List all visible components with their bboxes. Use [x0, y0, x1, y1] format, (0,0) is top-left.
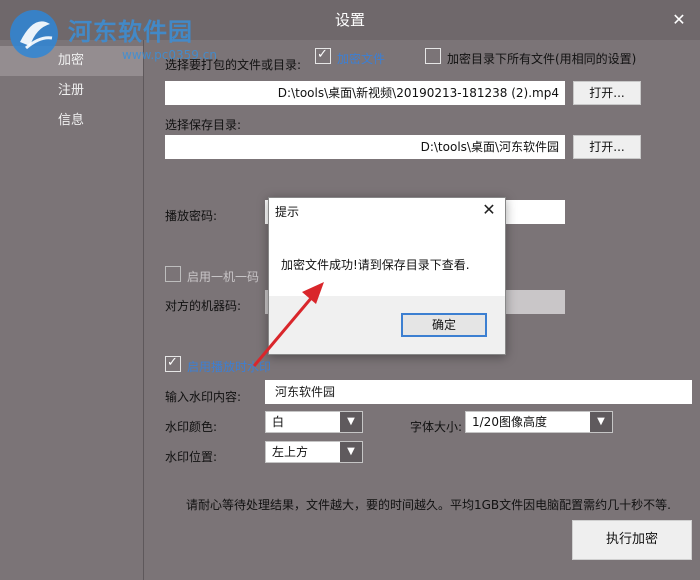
execute-encrypt-button[interactable]: 执行加密: [572, 520, 692, 560]
font-size-value: 1/20图像高度: [472, 415, 547, 429]
watermark-color-select[interactable]: 白 ▼: [265, 411, 363, 433]
watermark-position-value: 左上方: [272, 445, 309, 459]
machine-code-label: 对方的机器码:: [165, 299, 242, 313]
chevron-down-icon: ▼: [590, 412, 612, 432]
chevron-down-icon: ▼: [340, 412, 362, 432]
save-path-field[interactable]: D:\tools\桌面\河东软件园: [165, 135, 565, 159]
processing-note: 请耐心等待处理结果，文件越大，要的时间越久。平均1GB文件因电脑配置需约几十秒不…: [186, 498, 671, 512]
one-machine-checkbox[interactable]: [165, 266, 181, 282]
window-close-button[interactable]: ✕: [668, 9, 690, 31]
dialog-title: 提示: [275, 205, 300, 219]
watermark-content-label: 输入水印内容:: [165, 390, 242, 404]
encrypt-file-label[interactable]: 加密文件: [337, 50, 385, 67]
sidebar-item-register[interactable]: 注册: [0, 76, 143, 106]
encrypt-dir-label[interactable]: 加密目录下所有文件(用相同的设置): [447, 50, 636, 67]
watermark-position-select[interactable]: 左上方 ▼: [265, 441, 363, 463]
watermark-enable-label[interactable]: 启用播放时水印: [187, 358, 271, 375]
window-title: 设置: [334, 11, 365, 29]
watermark-color-label: 水印颜色:: [165, 420, 218, 434]
settings-window: 设置 ✕ 加密 注册 信息 河东软件园 www.pc0359.cn 选择要打包的…: [0, 0, 700, 580]
check-icon: ✓: [167, 355, 178, 370]
font-size-select[interactable]: 1/20图像高度 ▼: [465, 411, 613, 433]
open-source-button[interactable]: 打开...: [573, 81, 641, 105]
one-machine-label[interactable]: 启用一机一码: [187, 268, 259, 285]
chevron-down-icon: ▼: [340, 442, 362, 462]
watermark-content-input[interactable]: 河东软件园: [265, 380, 692, 404]
play-password-label: 播放密码:: [165, 209, 218, 223]
watermark-enable-checkbox[interactable]: ✓: [165, 355, 181, 372]
font-size-label: 字体大小:: [410, 420, 463, 434]
dialog-footer: 确定: [269, 296, 505, 354]
sidebar: 加密 注册 信息: [0, 40, 144, 580]
encrypt-dir-checkbox[interactable]: [425, 48, 441, 64]
sidebar-item-info[interactable]: 信息: [0, 106, 143, 136]
dialog-message: 加密文件成功!请到保存目录下查看.: [281, 258, 470, 272]
sidebar-item-encrypt[interactable]: 加密: [0, 46, 143, 76]
dialog-ok-button[interactable]: 确定: [401, 313, 487, 337]
source-path-field[interactable]: D:\tools\桌面\新视频\20190213-181238 (2).mp4: [165, 81, 565, 105]
title-bar: 设置 ✕: [0, 0, 700, 40]
watermark-color-value: 白: [272, 415, 285, 429]
info-dialog: 提示 ✕ 加密文件成功!请到保存目录下查看. 确定: [268, 197, 506, 355]
dialog-close-button[interactable]: ✕: [479, 200, 499, 220]
encrypt-file-checkbox[interactable]: ✓: [315, 47, 331, 64]
open-save-dir-button[interactable]: 打开...: [573, 135, 641, 159]
watermark-position-label: 水印位置:: [165, 450, 218, 464]
source-label: 选择要打包的文件或目录:: [165, 58, 302, 72]
check-icon: ✓: [317, 47, 328, 62]
save-dir-label: 选择保存目录:: [165, 118, 242, 132]
